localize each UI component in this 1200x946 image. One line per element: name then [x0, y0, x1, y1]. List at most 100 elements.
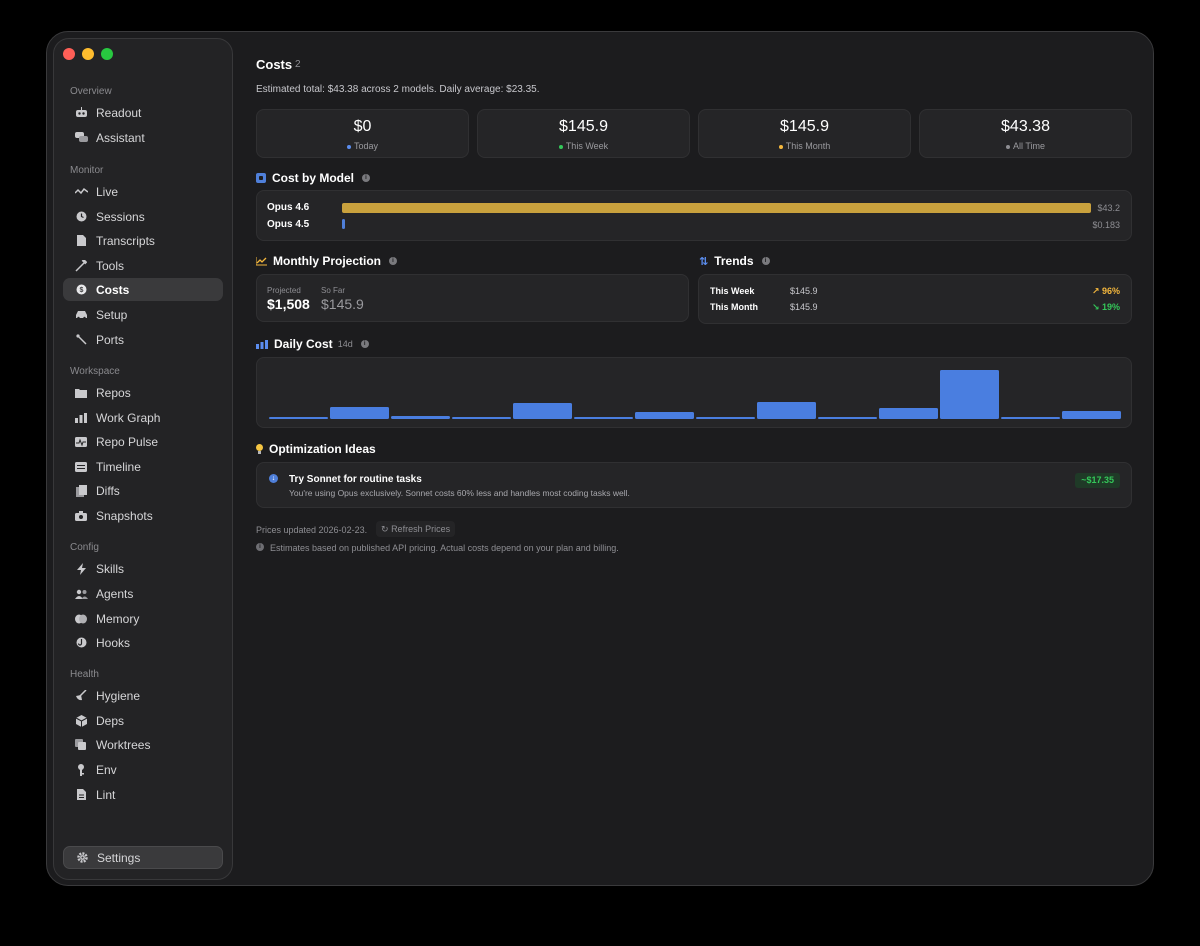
- sidebar-item-ports[interactable]: Ports: [63, 328, 223, 351]
- sidebar-item-label: Memory: [96, 611, 140, 626]
- stat-value: $0: [353, 118, 372, 135]
- sidebar-item-transcripts[interactable]: Transcripts: [63, 229, 223, 252]
- projection-card: Projected $1,508 So Far $145.9: [256, 274, 689, 322]
- sidebar-item-diffs[interactable]: Diffs: [63, 479, 223, 502]
- page-title-badge: 2: [295, 59, 301, 70]
- optimization-tip-card: ↓ Try Sonnet for routine tasks You're us…: [256, 462, 1132, 508]
- sidebar-item-label: Skills: [96, 561, 125, 576]
- sidebar-item-sessions[interactable]: Sessions: [63, 205, 223, 228]
- stat-value: $145.9: [780, 118, 829, 135]
- settings-label: Settings: [97, 850, 141, 865]
- robot-icon: [74, 106, 88, 120]
- sidebar-item-costs[interactable]: $ Costs: [63, 278, 223, 301]
- cost-by-model-card: Opus 4.6 $43.2 Opus 4.5 $0.183: [256, 190, 1132, 241]
- plug-icon: [74, 333, 88, 347]
- arrow-down-circle-icon: ↓: [269, 474, 278, 483]
- stat-card-all-time: $43.38 All Time: [919, 109, 1132, 158]
- monthly-projection-heading: Monthly Projection i: [256, 254, 397, 268]
- sidebar-section-workspace: Workspace: [70, 366, 120, 377]
- clock-icon: [74, 210, 88, 224]
- bar-chart-icon: [74, 411, 88, 425]
- trend-row-label: This Month: [710, 302, 758, 312]
- chat-icon: [74, 131, 88, 145]
- trend-chart-icon: [256, 256, 267, 265]
- key-icon: [74, 763, 88, 777]
- refresh-icon: ↻: [381, 524, 389, 534]
- status-dot: [778, 144, 783, 149]
- folder-icon: [74, 386, 88, 400]
- sidebar-item-label: Tools: [96, 258, 125, 273]
- trends-card: This Week $145.9 ↗ 96% This Month $145.9…: [698, 274, 1132, 324]
- sidebar-item-skills[interactable]: Skills: [63, 557, 223, 580]
- daily-cost-bar: [269, 417, 328, 419]
- sidebar-item-tools[interactable]: Tools: [63, 254, 223, 277]
- sidebar-item-repo-pulse[interactable]: Repo Pulse: [63, 430, 223, 453]
- sidebar-item-repos[interactable]: Repos: [63, 381, 223, 404]
- app-window: Overview Readout Assistant Monitor Live …: [46, 31, 1154, 886]
- sidebar-item-label: Work Graph: [96, 410, 161, 425]
- sidebar-item-label: Costs: [96, 282, 130, 297]
- pricing-disclaimer: Estimates based on published API pricing…: [270, 543, 619, 553]
- people-icon: [74, 587, 88, 601]
- sidebar-item-label: Deps: [96, 713, 125, 728]
- info-icon[interactable]: i: [360, 340, 369, 348]
- daily-cost-bar: [818, 417, 877, 419]
- trend-row-value: $145.9: [790, 302, 818, 312]
- info-icon[interactable]: i: [761, 257, 770, 265]
- sidebar-item-readout[interactable]: Readout: [63, 101, 223, 124]
- model-name: Opus 4.6: [267, 202, 310, 213]
- sidebar-item-label: Lint: [96, 787, 116, 802]
- sidebar-item-env[interactable]: Env: [63, 758, 223, 781]
- sidebar-item-label: Live: [96, 184, 119, 199]
- sidebar-item-deps[interactable]: Deps: [63, 709, 223, 732]
- arrows-up-down-icon: ⇅: [699, 255, 709, 268]
- stat-value: $145.9: [559, 118, 608, 135]
- document-icon: [74, 234, 88, 248]
- sidebar-item-label: Repos: [96, 385, 131, 400]
- camera-icon: [74, 509, 88, 523]
- sidebar-item-label: Setup: [96, 307, 128, 322]
- info-icon[interactable]: i: [389, 257, 397, 265]
- daily-cost-bar: [1001, 417, 1060, 419]
- sidebar-item-live[interactable]: Live: [63, 180, 223, 203]
- sidebar-section-monitor: Monitor: [70, 165, 104, 176]
- sidebar-item-label: Timeline: [96, 459, 141, 474]
- sidebar-item-label: Ports: [96, 332, 125, 347]
- trend-row-label: This Week: [710, 286, 755, 296]
- sidebar-item-work-graph[interactable]: Work Graph: [63, 406, 223, 429]
- stat-card-this-month: $145.9 This Month: [698, 109, 911, 158]
- waveform-icon: [74, 435, 88, 449]
- close-window-button[interactable]: [63, 48, 75, 60]
- dollar-icon: $: [74, 283, 88, 297]
- sidebar-item-timeline[interactable]: Timeline: [63, 455, 223, 478]
- daily-cost-bar: [391, 416, 450, 419]
- sidebar-item-agents[interactable]: Agents: [63, 582, 223, 605]
- refresh-prices-button[interactable]: ↻ Refresh Prices: [376, 521, 456, 537]
- sidebar-item-hygiene[interactable]: Hygiene: [63, 684, 223, 707]
- sidebar-item-hooks[interactable]: Hooks: [63, 631, 223, 654]
- lightbulb-icon: [256, 444, 263, 454]
- settings-button[interactable]: Settings: [63, 846, 223, 869]
- sidebar-item-lint[interactable]: Lint: [63, 783, 223, 806]
- model-name: Opus 4.5: [267, 219, 310, 230]
- info-icon[interactable]: i: [362, 174, 371, 182]
- cpu-icon: [256, 173, 266, 183]
- sidebar-item-worktrees[interactable]: Worktrees: [63, 733, 223, 756]
- daily-cost-bar: [696, 417, 755, 419]
- daily-cost-bar: [330, 407, 389, 419]
- daily-cost-bar: [452, 417, 511, 419]
- sidebar-item-memory[interactable]: Memory: [63, 607, 223, 630]
- sidebar-item-label: Hooks: [96, 635, 131, 650]
- so-far-label: So Far: [321, 286, 346, 295]
- daily-cost-bar: [879, 408, 938, 419]
- sidebar-item-label: Env: [96, 762, 117, 777]
- zoom-window-button[interactable]: [101, 48, 113, 60]
- sidebar-item-setup[interactable]: Setup: [63, 303, 223, 326]
- sidebar-item-snapshots[interactable]: Snapshots: [63, 504, 223, 527]
- refresh-prices-label: Refresh Prices: [391, 524, 451, 534]
- daily-cost-bar: [513, 403, 572, 419]
- sidebar-item-assistant[interactable]: Assistant: [63, 126, 223, 149]
- minimize-window-button[interactable]: [82, 48, 94, 60]
- svg-text:$: $: [79, 287, 83, 294]
- info-circle-icon: i: [256, 543, 264, 551]
